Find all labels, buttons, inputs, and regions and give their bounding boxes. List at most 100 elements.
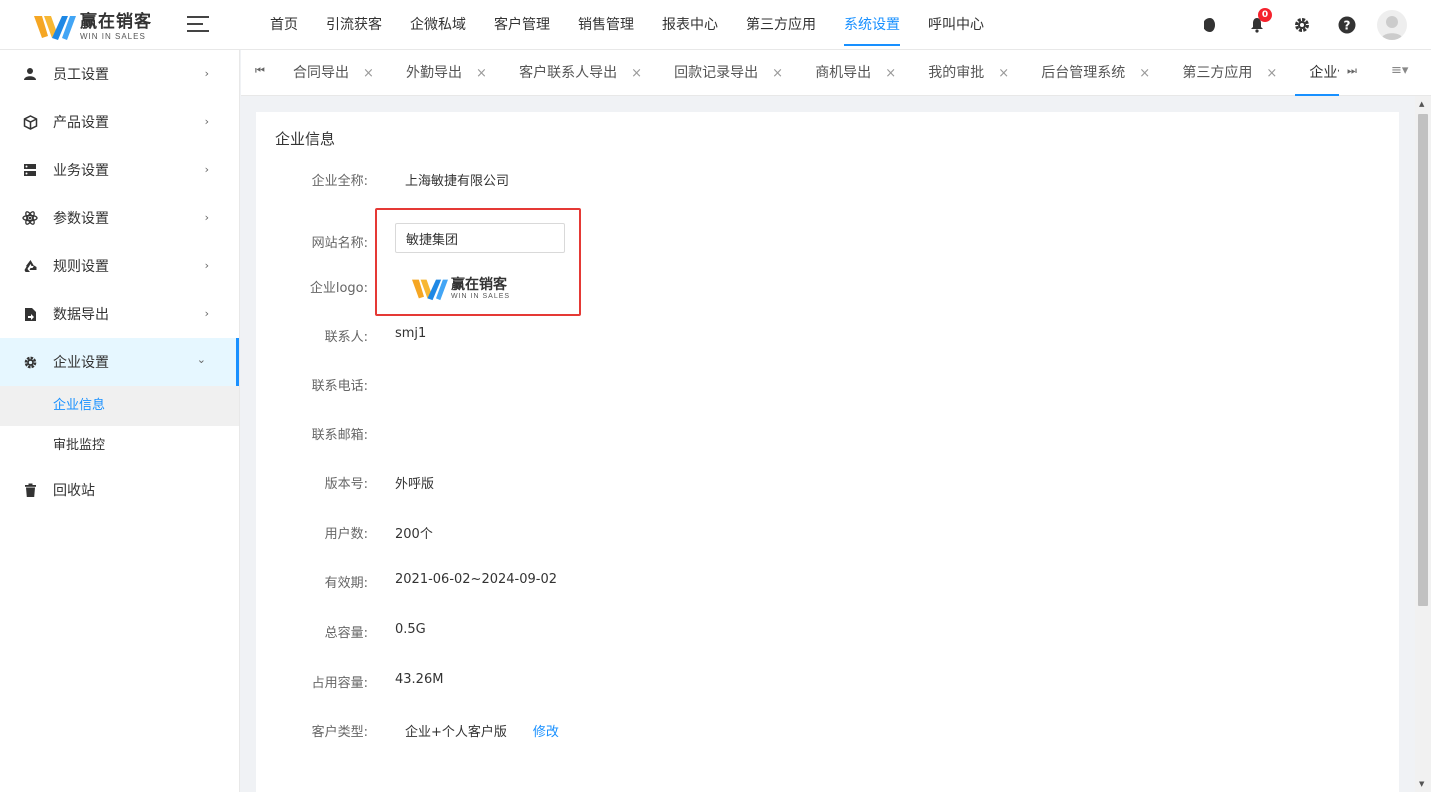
tab-contract-export[interactable]: 合同导出 ×	[279, 50, 388, 96]
top-nav: 首页 引流获客 企微私域 客户管理 销售管理 报表中心 第三方应用 系统设置 呼…	[256, 0, 998, 50]
sidebar-item-label: 参数设置	[53, 211, 109, 227]
menu-toggle-icon[interactable]	[187, 16, 209, 32]
file-export-icon	[22, 306, 38, 322]
tab-contact-export[interactable]: 客户联系人导出 ×	[505, 50, 656, 96]
server-icon	[22, 162, 38, 178]
field-used-capacity: 占用容量: 43.26M	[256, 672, 856, 692]
field-customer-type: 客户类型: 企业+个人客户版 修改	[256, 721, 856, 741]
tab-field-export[interactable]: 外勤导出 ×	[392, 50, 501, 96]
close-icon[interactable]: ×	[631, 66, 642, 81]
field-validity: 有效期: 2021-06-02~2024-09-02	[256, 572, 856, 592]
sidebar-item-label: 业务设置	[53, 163, 109, 179]
nav-third-party[interactable]: 第三方应用	[732, 0, 830, 50]
field-value: 0.5G	[395, 622, 426, 637]
nav-customers[interactable]: 客户管理	[480, 0, 564, 50]
logo-subtitle: WIN IN SALES	[80, 31, 146, 41]
chevron-down-icon: ⌄	[196, 353, 206, 366]
close-icon[interactable]: ×	[998, 66, 1009, 81]
close-icon[interactable]: ×	[476, 66, 487, 81]
page-scrollbar[interactable]: ▲ ▼	[1415, 96, 1431, 792]
sidebar-item-label: 数据导出	[53, 307, 109, 323]
field-label: 企业logo:	[309, 281, 368, 296]
tab-label: 外勤导出	[406, 65, 463, 81]
sidebar: 员工设置 › 产品设置 › 业务设置 › 参数设置 › 规则设置 › 数据导出 …	[0, 50, 240, 792]
edit-customer-type-link[interactable]: 修改	[533, 725, 559, 740]
tabs-menu-icon[interactable]: ≡▾	[1391, 63, 1408, 78]
gear-icon	[22, 354, 38, 370]
field-capacity: 总容量: 0.5G	[256, 622, 856, 642]
nav-wecom[interactable]: 企微私域	[396, 0, 480, 50]
sidebar-item-business[interactable]: 业务设置 ›	[0, 146, 239, 194]
field-label: 占用容量:	[311, 676, 368, 691]
tab-payment-export[interactable]: 回款记录导出 ×	[660, 50, 797, 96]
logo-title: 赢在销客	[451, 277, 507, 293]
field-users: 用户数: 200个	[256, 523, 856, 543]
chevron-right-icon: ›	[204, 211, 209, 224]
field-email: 联系邮箱:	[256, 424, 856, 444]
scroll-down-icon[interactable]: ▼	[1419, 780, 1424, 788]
sidebar-subitem-approval-monitor[interactable]: 审批监控	[0, 426, 239, 466]
close-icon[interactable]: ×	[1139, 66, 1150, 81]
scroll-up-icon[interactable]: ▲	[1419, 100, 1424, 108]
tab-my-approval[interactable]: 我的审批 ×	[914, 50, 1023, 96]
field-label: 客户类型:	[311, 725, 368, 740]
sidebar-item-company[interactable]: 企业设置 ⌄	[0, 338, 239, 386]
nav-call-center[interactable]: 呼叫中心	[914, 0, 998, 50]
sidebar-item-label: 规则设置	[53, 259, 109, 275]
cube-icon	[22, 114, 38, 130]
field-label: 用户数:	[324, 527, 368, 542]
nav-home[interactable]: 首页	[256, 0, 312, 50]
sidebar-item-employees[interactable]: 员工设置 ›	[0, 50, 239, 98]
close-icon[interactable]: ×	[1266, 66, 1277, 81]
field-label: 联系邮箱:	[311, 428, 368, 443]
help-icon[interactable]: ?	[1332, 10, 1362, 40]
gear-icon[interactable]	[1287, 10, 1317, 40]
chevron-right-icon: ›	[204, 307, 209, 320]
sidebar-item-rules[interactable]: 规则设置 ›	[0, 242, 239, 290]
company-logo-image[interactable]: 赢在销客 WIN IN SALES	[412, 276, 510, 302]
chevron-right-icon: ›	[204, 67, 209, 80]
tab-third-party[interactable]: 第三方应用 ×	[1168, 50, 1291, 96]
tab-label: 合同导出	[293, 65, 349, 81]
field-label: 网站名称:	[311, 236, 368, 251]
close-icon[interactable]: ×	[885, 66, 896, 81]
tabs-scroll-left-icon[interactable]: ⏮	[255, 64, 265, 78]
sidebar-item-products[interactable]: 产品设置 ›	[0, 98, 239, 146]
tab-company-info[interactable]: 企业信息	[1295, 50, 1339, 96]
scrollbar-thumb[interactable]	[1418, 114, 1428, 606]
field-version: 版本号: 外呼版	[256, 473, 856, 493]
sidebar-subitem-company-info[interactable]: 企业信息	[0, 386, 239, 426]
tab-label: 企业信息	[1309, 65, 1339, 81]
site-name-input[interactable]	[395, 223, 565, 253]
field-phone: 联系电话:	[256, 375, 856, 395]
field-value: 外呼版	[395, 477, 435, 492]
sidebar-item-params[interactable]: 参数设置 ›	[0, 194, 239, 242]
moon-icon[interactable]	[1197, 10, 1227, 40]
chevron-right-icon: ›	[204, 115, 209, 128]
field-label: 联系电话:	[311, 379, 368, 394]
close-icon[interactable]: ×	[363, 66, 374, 81]
field-contact: 联系人: smj1	[256, 326, 856, 346]
tab-admin-system[interactable]: 后台管理系统 ×	[1027, 50, 1164, 96]
nav-lead-gen[interactable]: 引流获客	[312, 0, 396, 50]
bell-icon[interactable]: 0	[1242, 8, 1272, 40]
field-label: 企业全称:	[311, 174, 368, 189]
field-value: smj1	[395, 326, 427, 341]
sidebar-item-label: 产品设置	[53, 115, 109, 131]
nav-sales[interactable]: 销售管理	[564, 0, 648, 50]
sidebar-item-label: 员工设置	[53, 67, 109, 83]
tab-opportunity-export[interactable]: 商机导出 ×	[801, 50, 910, 96]
chevron-right-icon: ›	[204, 163, 209, 176]
sidebar-item-label: 回收站	[53, 483, 95, 499]
nav-reports[interactable]: 报表中心	[648, 0, 732, 50]
sidebar-item-trash[interactable]: 回收站	[0, 466, 239, 514]
field-full-name: 企业全称: 上海敏捷有限公司	[256, 170, 856, 190]
user-avatar[interactable]	[1377, 10, 1407, 40]
field-value: 200个	[395, 527, 433, 542]
close-icon[interactable]: ×	[772, 66, 783, 81]
nav-system-settings[interactable]: 系统设置	[830, 0, 914, 50]
logo-mark-icon	[412, 279, 448, 301]
app-logo[interactable]: 赢在销客 WIN IN SALES	[34, 12, 152, 42]
sidebar-item-data-export[interactable]: 数据导出 ›	[0, 290, 239, 338]
tabs-scroll-right-icon[interactable]: ⏭	[1347, 64, 1357, 78]
